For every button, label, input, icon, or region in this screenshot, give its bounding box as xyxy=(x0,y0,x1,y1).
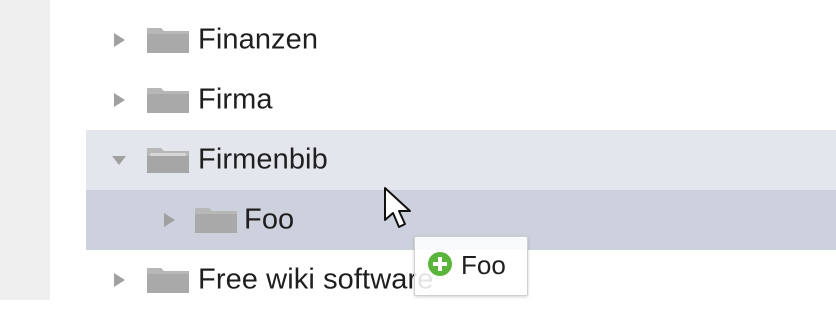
folder-icon xyxy=(146,26,190,54)
folder-open-icon xyxy=(146,146,190,174)
tree-item-label: Free wiki software xyxy=(198,263,434,296)
tree-item-firmenbib[interactable]: Firmenbib xyxy=(86,130,836,190)
tree-item-finanzen[interactable]: Finanzen xyxy=(86,10,836,70)
tree-item-label: Foo xyxy=(244,203,295,236)
folder-icon xyxy=(146,266,190,294)
drag-preview: Foo xyxy=(414,236,528,296)
folder-icon xyxy=(194,206,238,234)
folder-icon xyxy=(146,86,190,114)
expand-triangle-icon[interactable] xyxy=(112,93,126,107)
expand-triangle-icon[interactable] xyxy=(112,33,126,47)
collapse-triangle-icon[interactable] xyxy=(112,153,126,167)
expand-triangle-icon[interactable] xyxy=(162,213,176,227)
tree-item-label: Firmenbib xyxy=(198,143,328,176)
tree-item-firma[interactable]: Firma xyxy=(86,70,836,130)
tree-item-label: Finanzen xyxy=(198,23,319,56)
tree-item-label: Firma xyxy=(198,83,273,116)
mouse-pointer-icon xyxy=(383,186,417,232)
drag-preview-label: Foo xyxy=(461,250,506,280)
expand-triangle-icon[interactable] xyxy=(112,273,126,287)
plus-circle-icon xyxy=(427,251,453,277)
